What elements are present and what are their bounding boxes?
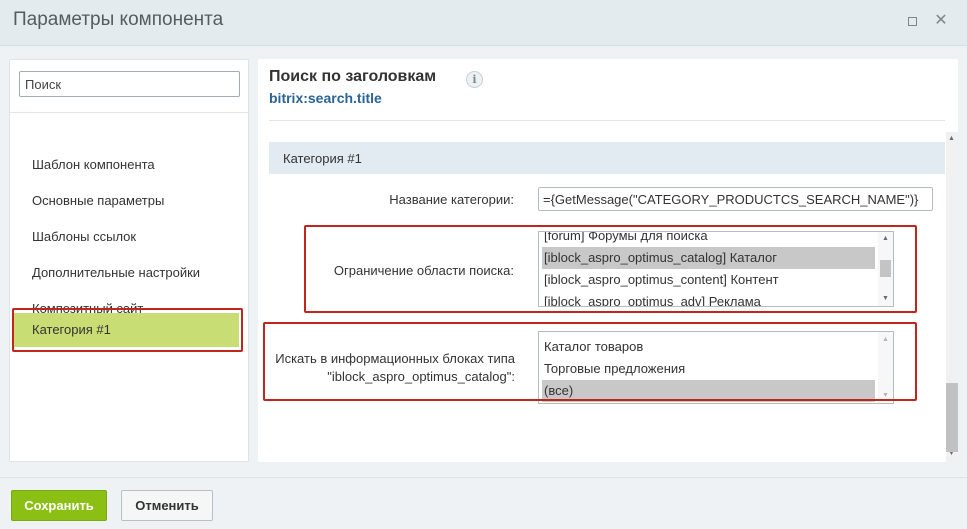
list-item[interactable]: [iblock_aspro_optimus_catalog] Каталог <box>542 247 875 269</box>
list-item[interactable]: [iblock_aspro_optimus_content] Контент <box>542 269 875 291</box>
sidebar-item-template[interactable]: Шаблон компонента <box>32 157 155 172</box>
divider <box>269 120 945 121</box>
iblock-search-label-line2: "iblock_aspro_optimus_catalog": <box>327 369 515 384</box>
iblock-search-label: Искать в информационных блоках типа "ibl… <box>264 350 515 386</box>
list-item[interactable]: Каталог товаров <box>542 336 875 358</box>
sidebar-item-main-params[interactable]: Основные параметры <box>32 193 164 208</box>
iblock-search-select[interactable]: Каталог товаров Торговые предложения (вс… <box>538 331 894 404</box>
list-item[interactable]: [forum] Форумы для поиска <box>542 232 875 247</box>
sidebar-divider <box>10 112 248 113</box>
maximize-icon[interactable] <box>904 13 920 29</box>
sidebar: Шаблон компонента Основные параметры Шаб… <box>9 59 249 462</box>
scroll-thumb[interactable] <box>880 260 891 277</box>
scroll-down-icon[interactable]: ▼ <box>882 392 889 400</box>
list-item[interactable]: [iblock_aspro_optimus_adv] Реклама <box>542 291 875 306</box>
section-header: Категория #1 <box>269 142 945 174</box>
listbox-scrollbar[interactable]: ▲ ▼ <box>878 332 893 403</box>
sidebar-item-label: Категория #1 <box>32 322 111 337</box>
component-code: bitrix:search.title <box>269 90 382 106</box>
list-item[interactable]: Торговые предложения <box>542 358 875 380</box>
cancel-button[interactable]: Отменить <box>121 490 213 521</box>
category-name-label: Название категории: <box>389 192 514 207</box>
info-icon[interactable]: i <box>466 71 483 88</box>
list-item[interactable]: (все) <box>542 380 875 402</box>
search-scope-select[interactable]: [forum] Форумы для поиска [iblock_aspro_… <box>538 231 894 307</box>
dialog-footer: Сохранить Отменить <box>0 477 967 529</box>
component-title: Поиск по заголовкам <box>269 68 437 85</box>
dialog-body: Шаблон компонента Основные параметры Шаб… <box>0 46 967 477</box>
close-icon[interactable]: ✕ <box>933 13 949 29</box>
dialog-titlebar: Параметры компонента ✕ <box>0 0 967 46</box>
scroll-up-icon[interactable]: ▲ <box>882 336 889 344</box>
save-button[interactable]: Сохранить <box>11 490 107 521</box>
section-title: Категория #1 <box>283 151 362 166</box>
search-scope-label: Ограничение области поиска: <box>333 263 514 278</box>
category-name-input[interactable]: ={GetMessage("CATEGORY_PRODUCTCS_SEARCH_… <box>538 187 933 211</box>
scroll-up-icon[interactable]: ▲ <box>882 235 889 243</box>
listbox-scrollbar[interactable]: ▲ ▼ <box>878 232 893 306</box>
scroll-down-icon[interactable]: ▼ <box>882 295 889 303</box>
scroll-thumb[interactable] <box>946 383 958 452</box>
scroll-up-icon[interactable]: ▲ <box>948 135 955 143</box>
search-input[interactable] <box>19 71 240 97</box>
sidebar-item-additional-settings[interactable]: Дополнительные настройки <box>32 265 200 280</box>
dialog-title: Параметры компонента <box>13 9 224 30</box>
sidebar-item-category-1[interactable]: Категория #1 <box>14 313 239 347</box>
main-panel: Поиск по заголовкам i bitrix:search.titl… <box>258 59 958 462</box>
sidebar-item-link-templates[interactable]: Шаблоны ссылок <box>32 229 136 244</box>
iblock-search-label-line1: Искать в информационных блоках типа <box>275 351 515 366</box>
